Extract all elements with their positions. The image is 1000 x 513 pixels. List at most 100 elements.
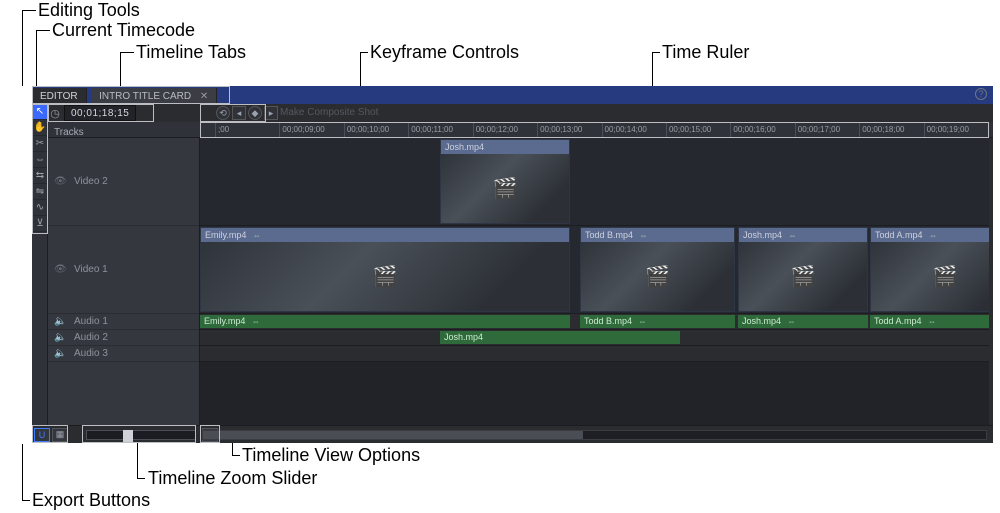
track-label: Audio 1 — [74, 316, 108, 327]
lane-audio1[interactable]: Emily.mp4 ⇔ Todd B.mp4 ⇔ Josh.mp4 ⇔ Todd… — [200, 314, 989, 330]
ruler-tick: 00;00;19;00 — [924, 122, 988, 138]
zoom-thumb[interactable] — [123, 430, 133, 442]
clip-label: Emily.mp4 ⇔ — [201, 228, 569, 242]
track-headers: 👁 Video 2 👁 Video 1 🔈 Audio 1 🔈 Audio 2 … — [48, 138, 200, 425]
tool-rate[interactable]: ∿ — [32, 200, 48, 216]
annotation-view-options: Timeline View Options — [242, 445, 420, 466]
track-header-video1[interactable]: 👁 Video 1 — [48, 226, 199, 314]
help-icon[interactable]: ? — [975, 88, 987, 100]
aclip-label: Emily.mp4 — [204, 316, 245, 326]
aclip-label: Todd A.mp4 — [874, 316, 922, 326]
eye-icon[interactable]: 👁 — [54, 264, 66, 275]
speaker-icon[interactable]: 🔈 — [54, 332, 66, 343]
track-header-audio1[interactable]: 🔈 Audio 1 — [48, 314, 199, 330]
track-header-audio2[interactable]: 🔈 Audio 2 — [48, 330, 199, 346]
aclip-audio1-josh[interactable]: Josh.mp4 ⇔ — [738, 315, 868, 328]
link-icon: ⇔ — [929, 231, 937, 240]
clip-thumbnail: 🎬 — [441, 154, 569, 223]
link-icon: ⇔ — [788, 317, 796, 326]
aclip-audio2-josh[interactable]: Josh.mp4 — [440, 331, 680, 344]
clip-video1-josh[interactable]: Josh.mp4 ⇔ 🎬 — [738, 227, 868, 312]
clip-label-text: Josh.mp4 — [743, 230, 782, 240]
timeline-hscroll[interactable] — [202, 430, 987, 440]
annotation-editing-tools: Editing Tools — [38, 0, 140, 21]
clip-thumbnail: 🎬 — [871, 242, 989, 311]
control-row: ◷ 00;01;18;15 ⟲ ◂ ◆ ▸ Make Composite Sho… — [48, 104, 993, 122]
tool-select[interactable]: ↖ — [32, 104, 48, 120]
ruler-tick: 00;00;11;00 — [408, 122, 472, 138]
topbar: EDITOR INTRO TITLE CARD ✕ ? — [32, 86, 993, 104]
keyframe-prev-button[interactable]: ◂ — [232, 106, 246, 120]
clip-thumbnail: 🎬 — [581, 242, 734, 311]
tracks-label: Tracks — [48, 127, 84, 138]
timeline-body[interactable]: Josh.mp4 🎬 Emily.mp4 ⇔ 🎬 Todd B.mp4 ⇔ 🎬 — [200, 138, 989, 425]
export-button-1[interactable]: U — [34, 428, 50, 442]
tracks-header: Tracks ;00 00;00;09;00 00;00;10;00 00;00… — [48, 122, 993, 138]
clip-thumbnail: 🎬 — [201, 242, 569, 311]
eye-icon[interactable]: 👁 — [54, 176, 66, 187]
lane-audio3[interactable] — [200, 346, 989, 362]
timecode-display[interactable]: 00;01;18;15 — [64, 105, 136, 121]
timeline-zoom-slider[interactable] — [86, 430, 196, 440]
annotation-time-ruler: Time Ruler — [662, 42, 749, 63]
track-label: Video 2 — [74, 176, 108, 187]
lane-video2[interactable]: Josh.mp4 🎬 — [200, 138, 989, 226]
keyframe-next-button[interactable]: ▸ — [264, 106, 278, 120]
ruler-tick: 00;00;18;00 — [859, 122, 923, 138]
link-icon: ⇔ — [639, 317, 647, 326]
lane-audio2[interactable]: Josh.mp4 — [200, 330, 989, 346]
aclip-audio1-todda[interactable]: Todd A.mp4 ⇔ — [870, 315, 989, 328]
track-label: Audio 2 — [74, 332, 108, 343]
clip-video1-toddb[interactable]: Todd B.mp4 ⇔ 🎬 — [580, 227, 735, 312]
close-icon[interactable]: ✕ — [200, 91, 208, 102]
clip-label: Todd A.mp4 ⇔ — [871, 228, 989, 242]
aclip-audio1-toddb[interactable]: Todd B.mp4 ⇔ — [580, 315, 735, 328]
ruler-tick: 00;00;15;00 — [666, 122, 730, 138]
tool-roll[interactable]: ⇋ — [32, 184, 48, 200]
tool-slice[interactable]: ✂ — [32, 136, 48, 152]
export-button-2[interactable]: ▦ — [52, 428, 68, 442]
track-label: Audio 3 — [74, 348, 108, 359]
time-ruler[interactable]: ;00 00;00;09;00 00;00;10;00 00;00;11;00 … — [215, 122, 988, 138]
clock-icon: ◷ — [48, 107, 62, 120]
aclip-label: Josh.mp4 — [444, 332, 483, 342]
clip-label-text: Todd B.mp4 — [585, 230, 633, 240]
link-icon: ⇔ — [253, 231, 261, 240]
clip-video2-josh[interactable]: Josh.mp4 🎬 — [440, 139, 570, 224]
link-icon: ⇔ — [640, 231, 648, 240]
clip-video1-emily[interactable]: Emily.mp4 ⇔ 🎬 — [200, 227, 570, 312]
ruler-tick: 00;00;12;00 — [473, 122, 537, 138]
speaker-icon[interactable]: 🔈 — [54, 348, 66, 359]
speaker-icon[interactable]: 🔈 — [54, 316, 66, 327]
ruler-tick: 00;00;14;00 — [602, 122, 666, 138]
clip-label-text: Todd A.mp4 — [875, 230, 923, 240]
clip-label: Josh.mp4 — [441, 140, 569, 154]
editing-tools: ↖ ✋ ✂ ⇔ ⇆ ⇋ ∿ ⊻ — [32, 104, 48, 425]
keyframe-add-button[interactable]: ◆ — [248, 106, 262, 120]
clip-label-text: Emily.mp4 — [205, 230, 246, 240]
clip-thumbnail: 🎬 — [739, 242, 867, 311]
timeline-panel: EDITOR INTRO TITLE CARD ✕ ? ◷ 00;01;18;1… — [32, 86, 993, 443]
tool-snap[interactable]: ⊻ — [32, 216, 48, 232]
link-icon: ⇔ — [252, 317, 260, 326]
tool-ripple[interactable]: ⇆ — [32, 168, 48, 184]
tool-slip[interactable]: ⇔ — [32, 152, 48, 168]
scroll-thumb[interactable] — [203, 431, 583, 439]
aclip-label: Todd B.mp4 — [584, 316, 632, 326]
ruler-tick: 00;00;17;00 — [795, 122, 859, 138]
annotation-zoom-slider: Timeline Zoom Slider — [148, 468, 317, 489]
aclip-label: Josh.mp4 — [742, 316, 781, 326]
clip-label: Todd B.mp4 ⇔ — [581, 228, 734, 242]
track-header-video2[interactable]: 👁 Video 2 — [48, 138, 199, 226]
ruler-tick: ;00 — [215, 122, 279, 138]
clip-label: Josh.mp4 ⇔ — [739, 228, 867, 242]
keyframe-home-button[interactable]: ⟲ — [216, 106, 230, 120]
lane-video1[interactable]: Emily.mp4 ⇔ 🎬 Todd B.mp4 ⇔ 🎬 Josh.mp4 ⇔ … — [200, 226, 989, 314]
tool-hand[interactable]: ✋ — [32, 120, 48, 136]
tab-second-label: INTRO TITLE CARD — [99, 91, 191, 102]
composite-shot-label: Make Composite Shot — [280, 104, 378, 122]
clip-video1-todda[interactable]: Todd A.mp4 ⇔ 🎬 — [870, 227, 989, 312]
ruler-tick: 00;00;13;00 — [537, 122, 601, 138]
track-header-audio3[interactable]: 🔈 Audio 3 — [48, 346, 199, 362]
aclip-audio1-emily[interactable]: Emily.mp4 ⇔ — [200, 315, 570, 328]
